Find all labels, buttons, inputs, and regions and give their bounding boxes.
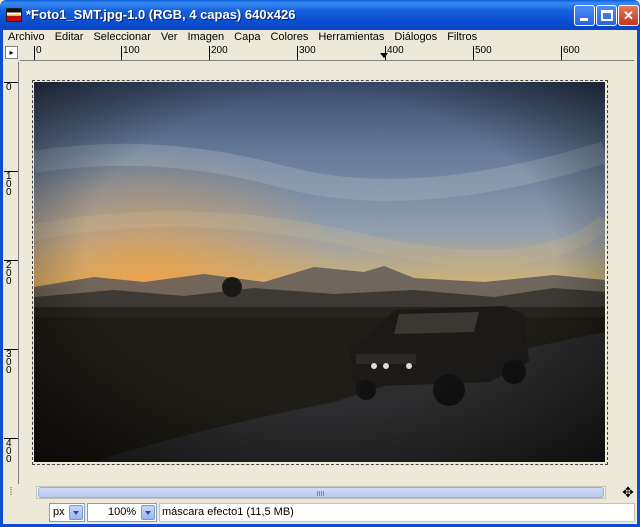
ruler-label: 200 [6, 260, 12, 287]
vertical-ruler[interactable]: 0 100 200 300 400 [3, 62, 19, 484]
close-icon: ✕ [623, 8, 634, 23]
menu-archivo[interactable]: Archivo [3, 31, 50, 43]
menu-dialogos[interactable]: Diálogos [389, 31, 442, 43]
ruler-label: 100 [123, 45, 140, 56]
ruler-label: 100 [6, 171, 12, 198]
ruler-tick [121, 46, 122, 60]
zoom-select[interactable]: 100% [87, 503, 157, 522]
photo-image[interactable] [34, 82, 605, 462]
scrollbar-grip [317, 491, 325, 496]
layer-status: máscara efecto1 (11,5 MB) [159, 503, 635, 522]
layer-boundary [32, 80, 608, 465]
scrollbar-thumb[interactable] [38, 487, 604, 498]
ruler-label: 300 [299, 45, 316, 56]
minimize-icon [580, 18, 588, 21]
minimize-button[interactable] [574, 5, 595, 26]
navigate-icon[interactable]: ✥ [620, 485, 636, 500]
window-title: *Foto1_SMT.jpg-1.0 (RGB, 4 capas) 640x42… [26, 7, 296, 22]
ruler-label: 400 [6, 438, 12, 465]
pointer-position-marker [380, 53, 388, 58]
menu-capa[interactable]: Capa [229, 31, 265, 43]
ruler-tick [34, 46, 35, 60]
zoom-value: 100% [108, 506, 137, 518]
quick-mask-icon[interactable]: ▸ [5, 46, 18, 59]
ruler-label: 0 [36, 45, 42, 56]
menu-ver[interactable]: Ver [156, 31, 183, 43]
horizontal-scrollbar[interactable] [36, 486, 606, 499]
ruler-label: 500 [475, 45, 492, 56]
ruler-tick [209, 46, 210, 60]
menu-herramientas[interactable]: Herramientas [313, 31, 389, 43]
menu-imagen[interactable]: Imagen [182, 31, 229, 43]
horizontal-ruler[interactable]: 0 100 200 300 400 500 600 [20, 45, 634, 61]
chevron-down-icon[interactable] [69, 505, 83, 520]
ruler-label: 0 [6, 82, 12, 93]
status-bar: px 100% máscara efecto1 (11,5 MB) [3, 501, 637, 524]
unit-select[interactable]: px [49, 503, 85, 522]
gimp-window-icon[interactable] [6, 8, 22, 22]
close-button[interactable]: ✕ [618, 5, 639, 26]
menu-seleccionar[interactable]: Seleccionar [88, 31, 155, 43]
photo-icon [34, 82, 605, 462]
ruler-label: 300 [6, 349, 12, 376]
ruler-label: 600 [563, 45, 580, 56]
chevron-down-icon[interactable] [141, 505, 155, 520]
ruler-tick [473, 46, 474, 60]
image-canvas[interactable] [20, 62, 634, 484]
menu-filtros[interactable]: Filtros [442, 31, 482, 43]
maximize-button[interactable] [596, 5, 617, 26]
ruler-label: 400 [387, 45, 404, 56]
zoom-corner-icon[interactable]: ⁞ [3, 485, 19, 500]
menu-bar: Archivo Editar Seleccionar Ver Imagen Ca… [3, 30, 637, 44]
title-bar: *Foto1_SMT.jpg-1.0 (RGB, 4 capas) 640x42… [0, 0, 640, 30]
menu-editar[interactable]: Editar [50, 31, 89, 43]
maximize-icon [601, 10, 613, 21]
unit-value: px [53, 506, 65, 518]
menu-colores[interactable]: Colores [265, 31, 313, 43]
ruler-tick [561, 46, 562, 60]
ruler-label: 200 [211, 45, 228, 56]
ruler-tick [297, 46, 298, 60]
